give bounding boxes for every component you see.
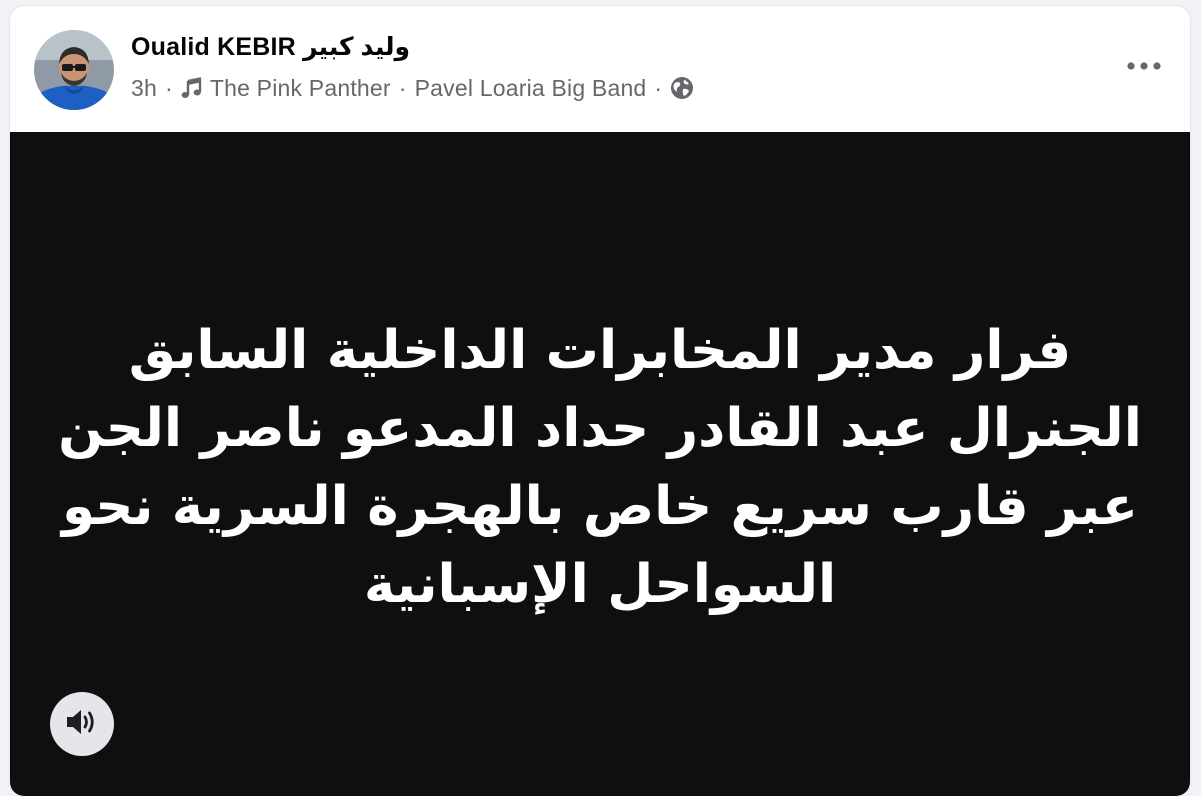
post-card: Oualid KEBIR وليد كبير 3h · The Pink Pan…	[10, 6, 1190, 796]
sound-toggle-button[interactable]	[50, 692, 114, 756]
more-options-button[interactable]	[1120, 46, 1168, 86]
more-horizontal-icon	[1127, 57, 1161, 75]
overlay-text-line: الجنرال عبد القادر حداد المدعو ناصر الجن	[58, 398, 1142, 459]
overlay-text-line: السواحل الإسبانية	[363, 554, 837, 615]
song-title[interactable]: The Pink Panther	[210, 75, 391, 102]
author-avatar[interactable]	[34, 30, 114, 110]
meta-separator: ·	[398, 74, 407, 101]
globe-icon[interactable]	[670, 76, 694, 100]
post-meta: 3h · The Pink Panther · Pavel Loaria Big…	[131, 72, 694, 104]
music-note-icon	[181, 77, 203, 99]
meta-separator: ·	[164, 74, 173, 101]
speaker-on-icon	[65, 707, 99, 742]
song-artist[interactable]: Pavel Loaria Big Band	[415, 75, 647, 102]
meta-separator: ·	[654, 74, 663, 101]
overlay-text-line: عبر قارب سريع خاص بالهجرة السرية نحو	[62, 476, 1138, 537]
post-time[interactable]: 3h	[131, 75, 157, 102]
post-media[interactable]: فرار مدير المخابرات الداخلية السابق الجن…	[10, 132, 1190, 796]
overlay-text: فرار مدير المخابرات الداخلية السابق الجن…	[50, 312, 1150, 624]
overlay-text-line: فرار مدير المخابرات الداخلية السابق	[128, 320, 1072, 381]
post-header: Oualid KEBIR وليد كبير 3h · The Pink Pan…	[10, 6, 1190, 132]
author-name[interactable]: Oualid KEBIR وليد كبير	[131, 32, 410, 62]
avatar-image	[34, 30, 114, 110]
